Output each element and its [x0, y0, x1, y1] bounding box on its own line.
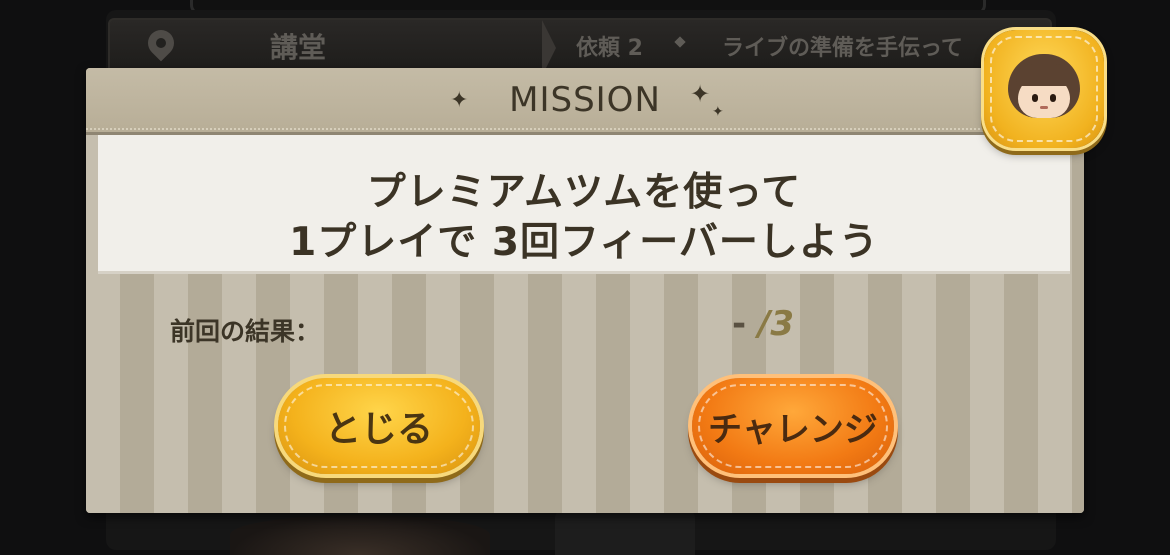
request-number: 依頼 2 — [576, 36, 643, 61]
sparkle-icon: ✦ — [712, 104, 724, 120]
request-text: ライブの準備を手伝って — [722, 36, 963, 61]
mission-description: プレミアムツムを使って 1プレイで 3回フィーバーしよう — [98, 135, 1070, 274]
character-avatar-icon — [1008, 54, 1080, 122]
location-name: 講堂 — [270, 31, 327, 64]
result-current: - — [732, 304, 747, 344]
diamond-icon — [674, 36, 686, 48]
background-character — [230, 515, 490, 555]
close-button[interactable]: とじる — [278, 378, 480, 474]
challenge-button-label: チャレンジ — [708, 409, 878, 450]
previous-result-value: - /3 — [732, 304, 794, 344]
dialog-title: MISSION — [509, 80, 661, 120]
mission-line: プレミアムツムを使って — [366, 170, 802, 215]
dialog-header: ✦ MISSION ✦ ✦ — [86, 68, 1084, 135]
location-pin-icon — [142, 24, 180, 62]
background-prop — [555, 510, 695, 555]
result-total: /3 — [757, 304, 795, 344]
close-button-label: とじる — [324, 409, 433, 450]
header-stitch — [86, 128, 1084, 130]
previous-result-label: 前回の結果： — [170, 317, 321, 346]
character-badge — [984, 30, 1104, 148]
mission-line: 1プレイで 3回フィーバーしよう — [289, 220, 879, 265]
sparkle-icon: ✦ — [690, 80, 711, 108]
challenge-button[interactable]: チャレンジ — [692, 378, 894, 474]
mission-dialog: ✦ MISSION ✦ ✦ プレミアムツムを使って 1プレイで 3回フィーバーし… — [86, 68, 1084, 513]
